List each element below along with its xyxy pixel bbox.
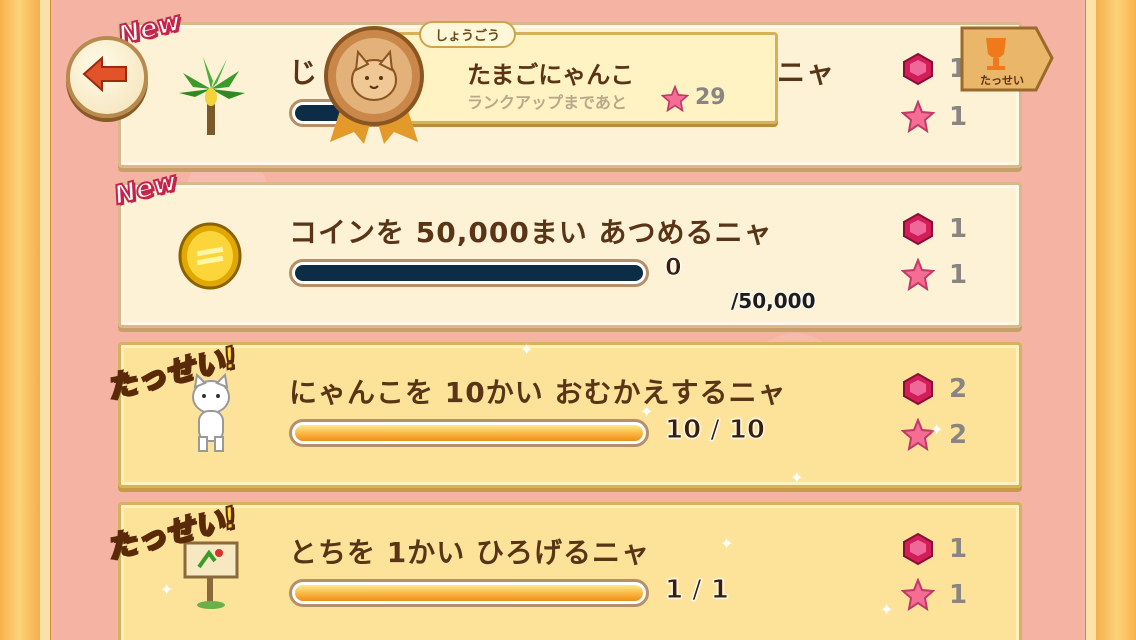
star-count: 1: [949, 580, 968, 610]
title-name: たまごにゃんこ: [467, 61, 635, 89]
trophy-label: たっせい: [980, 74, 1024, 87]
right-frame-inner: [1086, 0, 1096, 640]
progress-value: 0: [665, 253, 683, 282]
mission-title-start: じ: [289, 56, 319, 89]
gem-icon: [903, 212, 933, 246]
banana-tree-icon: [179, 57, 245, 135]
sparkle-icon: ✦: [790, 468, 804, 487]
progress-bar: [289, 579, 649, 607]
star-icon: [901, 258, 935, 292]
coin-icon: [178, 222, 242, 290]
medal-icon: [324, 26, 424, 144]
mission-title: にゃんこを 10かい おむかえするニャ: [289, 376, 787, 409]
star-icon: [661, 85, 689, 113]
title-tag: しょうごう: [419, 21, 517, 48]
sparkle-icon: ✦: [160, 580, 174, 599]
progress-text: 10 / 10: [665, 415, 766, 446]
gem-count: 1: [949, 534, 968, 564]
sparkle-icon: ✦: [720, 534, 734, 553]
mission-title-end: ニャ: [777, 56, 836, 89]
mission-title: とちを 1かい ひろげるニャ: [289, 536, 650, 569]
progress-bar: [289, 259, 649, 287]
gem-icon: [903, 52, 933, 86]
star-reward: 2: [901, 415, 1001, 455]
progress-bar: [289, 419, 649, 447]
star-reward: 1: [901, 255, 1001, 295]
achievements-screen: じ ニャ 1 1 New コインを 50,000まい あつめるニャ 0 /50,…: [0, 0, 1136, 640]
star-icon: [901, 578, 935, 612]
gem-count: 1: [949, 214, 968, 244]
star-count: 2: [949, 420, 968, 450]
mission-card[interactable]: コインを 50,000まい あつめるニャ 0 /50,000 1 1: [118, 182, 1022, 328]
rank-up-label: ランクアップまであと: [467, 93, 627, 112]
sparkle-icon: ✦: [880, 600, 894, 619]
left-frame-inner: [40, 0, 50, 640]
star-count: 1: [949, 260, 968, 290]
sparkle-icon: ✦: [640, 402, 654, 421]
gem-reward: 1: [901, 209, 1001, 249]
gem-count: 2: [949, 374, 968, 404]
star-count: 1: [949, 102, 968, 132]
mission-card[interactable]: とちを 1かい ひろげるニャ 1 / 1 1 1: [118, 502, 1022, 640]
mission-title: コインを 50,000まい あつめるニャ: [289, 216, 773, 249]
back-arrow-icon: [82, 56, 127, 92]
gem-reward: 1: [901, 529, 1001, 569]
mission-card[interactable]: にゃんこを 10かい おむかえするニャ 10 / 10 2 2: [118, 342, 1022, 488]
progress-total: /50,000: [731, 289, 816, 313]
gem-icon: [903, 372, 933, 406]
star-icon: [901, 100, 935, 134]
progress-text: 1 / 1: [665, 575, 730, 606]
gem-icon: [903, 532, 933, 566]
star-reward: 1: [901, 575, 1001, 615]
sparkle-icon: ✦: [520, 340, 534, 359]
title-popup[interactable]: しょうごう たまごにゃんこ ランクアップまであと 29: [376, 21, 778, 124]
star-reward: 1: [901, 97, 1001, 137]
sparkle-icon: ✦: [930, 420, 944, 439]
back-button[interactable]: [66, 36, 148, 118]
rank-up-stars: 29: [695, 85, 726, 110]
gem-reward: 2: [901, 369, 1001, 409]
